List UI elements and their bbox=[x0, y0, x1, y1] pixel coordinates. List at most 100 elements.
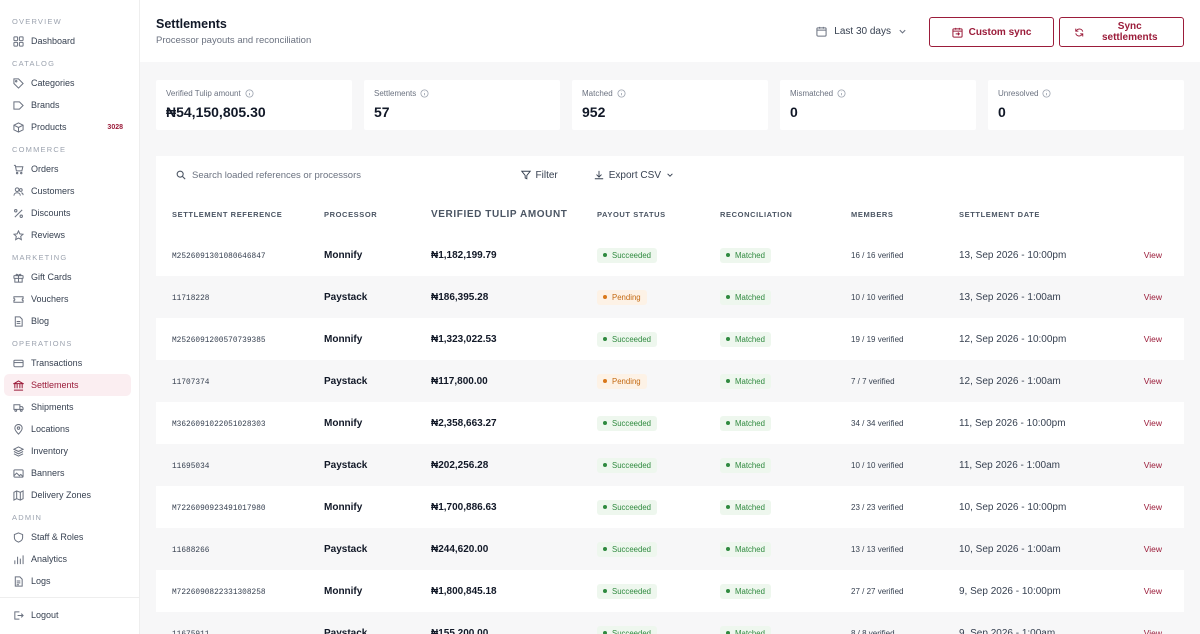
reconciliation-text: Matched bbox=[735, 250, 765, 260]
column-header-payout-status[interactable]: PAYOUT STATUS bbox=[597, 194, 720, 234]
sidebar-item-label: Reviews bbox=[31, 230, 66, 240]
settlement-reference: M7226090822331308258 bbox=[172, 588, 266, 597]
verified-amount: ₦117,800.00 bbox=[431, 375, 488, 387]
sidebar-item-dashboard[interactable]: Dashboard bbox=[4, 30, 131, 52]
sidebar-item-inventory[interactable]: Inventory bbox=[4, 440, 131, 462]
column-header-amount[interactable]: VERIFIED TULIP AMOUNT bbox=[431, 194, 597, 234]
table-row[interactable]: 11688266 Paystack ₦244,620.00 Succeeded Matc… bbox=[156, 528, 1184, 570]
table-row[interactable]: 11718228 Paystack ₦186,395.28 Pending Matche… bbox=[156, 276, 1184, 318]
sidebar-item-logs[interactable]: Logs bbox=[4, 570, 131, 592]
payout-status-badge: Succeeded bbox=[597, 331, 658, 347]
table-row[interactable]: M2526091200570739385 Monnify ₦1,323,022.53… bbox=[156, 318, 1184, 360]
reconciliation-text: Matched bbox=[735, 376, 765, 386]
stat-value: 0 bbox=[998, 104, 1006, 120]
stat-label: Mismatched bbox=[790, 89, 966, 98]
sidebar-item-products[interactable]: Products 3028 bbox=[4, 116, 131, 138]
members-verified: 23 / 23 verified bbox=[851, 502, 904, 512]
sync-settlements-button[interactable]: Sync settlements bbox=[1059, 17, 1184, 47]
table-row[interactable]: M7226090923491017980 Monnify ₦1,700,886.63… bbox=[156, 486, 1184, 528]
processor-name: Paystack bbox=[324, 375, 368, 387]
column-header-reconciliation[interactable]: RECONCILIATION bbox=[720, 194, 851, 234]
payout-status-badge: Succeeded bbox=[597, 625, 658, 634]
settlement-date: 13, Sep 2026 - 1:00am bbox=[959, 291, 1061, 303]
reconciliation-badge: Matched bbox=[720, 289, 771, 305]
view-link[interactable]: View bbox=[1144, 544, 1162, 554]
stat-label: Matched bbox=[582, 89, 758, 98]
sidebar-item-label: Discounts bbox=[31, 208, 71, 218]
table-row[interactable]: M7226090822331308258 Monnify ₦1,800,845.18… bbox=[156, 570, 1184, 612]
stat-label-text: Matched bbox=[582, 89, 613, 98]
view-link[interactable]: View bbox=[1144, 628, 1162, 634]
view-link[interactable]: View bbox=[1144, 292, 1162, 302]
sidebar-item-analytics[interactable]: Analytics bbox=[4, 548, 131, 570]
stat-card-unresolved: Unresolved 0 bbox=[988, 80, 1184, 130]
sidebar-item-locations[interactable]: Locations bbox=[4, 418, 131, 440]
sidebar-item-label: Delivery Zones bbox=[31, 490, 92, 500]
chevron-down-icon bbox=[667, 173, 673, 177]
stat-label-text: Settlements bbox=[374, 89, 417, 98]
verified-amount: ₦1,700,886.63 bbox=[431, 501, 497, 513]
table-row[interactable]: 11695034 Paystack ₦202,256.28 Succeeded Matc… bbox=[156, 444, 1184, 486]
status-dot-icon bbox=[726, 463, 730, 467]
settlements-table: SETTLEMENT REFERENCE PROCESSOR VERIFIED … bbox=[156, 194, 1184, 634]
members-verified: 8 / 8 verified bbox=[851, 628, 895, 634]
calendar-icon bbox=[816, 26, 827, 37]
payout-status-text: Succeeded bbox=[612, 544, 652, 554]
sidebar-item-transactions[interactable]: Transactions bbox=[4, 352, 131, 374]
sidebar-item-vouchers[interactable]: Vouchers bbox=[4, 288, 131, 310]
settlement-reference: M2526091301080646847 bbox=[172, 252, 266, 261]
custom-sync-button[interactable]: Custom sync bbox=[929, 17, 1054, 47]
label-icon bbox=[12, 99, 24, 111]
reconciliation-badge: Matched bbox=[720, 247, 771, 263]
sidebar-item-logout[interactable]: Logout bbox=[4, 604, 131, 626]
sidebar-item-staff-roles[interactable]: Staff & Roles bbox=[4, 526, 131, 548]
sidebar-item-discounts[interactable]: Discounts bbox=[4, 202, 131, 224]
reconciliation-text: Matched bbox=[735, 628, 765, 634]
sidebar-item-reviews[interactable]: Reviews bbox=[4, 224, 131, 246]
sidebar-item-banners[interactable]: Banners bbox=[4, 462, 131, 484]
filter-button[interactable]: Filter bbox=[520, 170, 558, 181]
column-header-members[interactable]: MEMBERS bbox=[851, 194, 959, 234]
verified-amount: ₦202,256.28 bbox=[431, 459, 489, 471]
sidebar-item-categories[interactable]: Categories bbox=[4, 72, 131, 94]
tag-icon bbox=[12, 77, 24, 89]
column-header-reference[interactable]: SETTLEMENT REFERENCE bbox=[156, 194, 324, 234]
sidebar-item-customers[interactable]: Customers bbox=[4, 180, 131, 202]
sidebar-item-gift-cards[interactable]: Gift Cards bbox=[4, 266, 131, 288]
table-row[interactable]: M3626091022051028303 Monnify ₦2,358,663.27… bbox=[156, 402, 1184, 444]
sidebar-item-label: Customers bbox=[31, 186, 75, 196]
logout-icon bbox=[12, 609, 24, 621]
reconciliation-badge: Matched bbox=[720, 541, 771, 557]
sidebar-item-orders[interactable]: Orders bbox=[4, 158, 131, 180]
view-link[interactable]: View bbox=[1144, 502, 1162, 512]
view-link[interactable]: View bbox=[1144, 586, 1162, 596]
column-header-processor[interactable]: PROCESSOR bbox=[324, 194, 431, 234]
payout-status-badge: Succeeded bbox=[597, 583, 658, 599]
map-icon bbox=[12, 489, 24, 501]
sidebar-item-brands[interactable]: Brands bbox=[4, 94, 131, 116]
bank-icon bbox=[12, 379, 24, 391]
table-row[interactable]: 11707374 Paystack ₦117,800.00 Pending Matche… bbox=[156, 360, 1184, 402]
view-link[interactable]: View bbox=[1144, 250, 1162, 260]
export-csv-button[interactable]: Export CSV bbox=[594, 170, 674, 181]
search-input[interactable] bbox=[192, 169, 452, 181]
members-verified: 10 / 10 verified bbox=[851, 292, 904, 302]
date-range-picker[interactable]: Last 30 days bbox=[816, 26, 907, 37]
sidebar-item-settlements[interactable]: Settlements bbox=[4, 374, 131, 396]
table-row[interactable]: M2526091301080646847 Monnify ₦1,182,199.79… bbox=[156, 234, 1184, 276]
sidebar-item-shipments[interactable]: Shipments bbox=[4, 396, 131, 418]
view-link[interactable]: View bbox=[1144, 334, 1162, 344]
view-link[interactable]: View bbox=[1144, 418, 1162, 428]
verified-amount: ₦186,395.28 bbox=[431, 291, 489, 303]
sidebar-item-label: Inventory bbox=[31, 446, 69, 456]
settlement-date: 12, Sep 2026 - 10:00pm bbox=[959, 333, 1067, 345]
settlement-date: 11, Sep 2026 - 10:00pm bbox=[959, 417, 1066, 429]
status-dot-icon bbox=[603, 589, 607, 593]
table-row[interactable]: 11675911 Paystack ₦155,200.00 Succeeded Matc… bbox=[156, 612, 1184, 634]
stats-row: Verified Tulip amount ₦54,150,805.30 Set… bbox=[140, 62, 1200, 130]
sidebar-item-delivery-zones[interactable]: Delivery Zones bbox=[4, 484, 131, 506]
view-link[interactable]: View bbox=[1144, 376, 1162, 386]
column-header-settlement-date[interactable]: SETTLEMENT DATE bbox=[959, 194, 1119, 234]
view-link[interactable]: View bbox=[1144, 460, 1162, 470]
sidebar-item-blog[interactable]: Blog bbox=[4, 310, 131, 332]
